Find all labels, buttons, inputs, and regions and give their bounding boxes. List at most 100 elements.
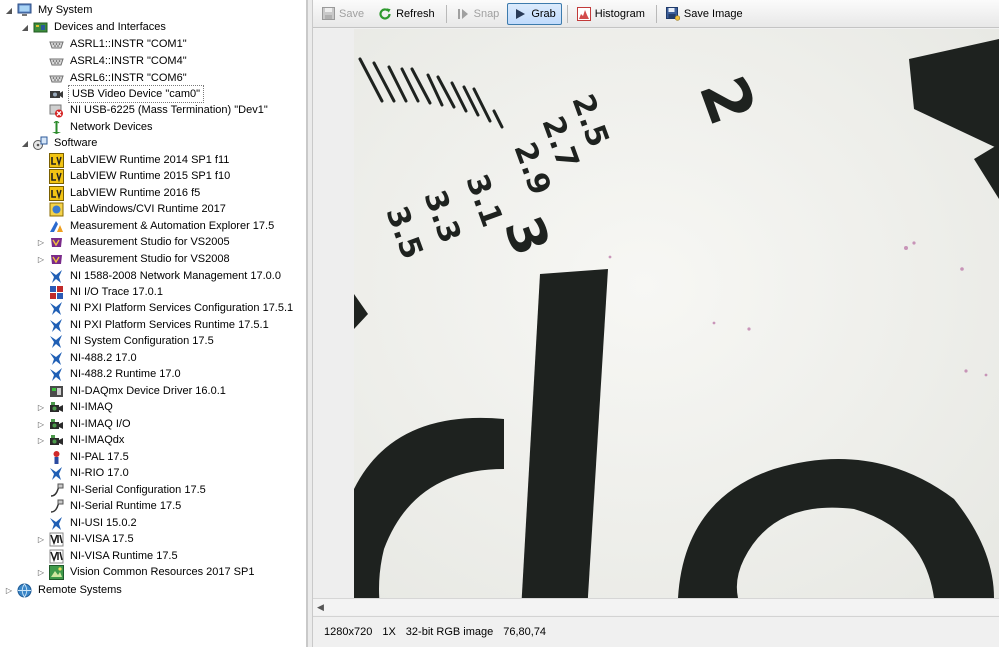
configuration-tree[interactable]: ◢ My System◢ Devices and Interfaces ASRL1::… bbox=[0, 0, 307, 647]
snap-button[interactable]: Snap bbox=[450, 3, 506, 25]
visa-icon bbox=[49, 532, 64, 547]
collapsed-arrow-icon[interactable]: ▷ bbox=[36, 531, 46, 547]
histogram-button-label: Histogram bbox=[594, 7, 645, 20]
tree-item[interactable]: NI-DAQmx Device Driver 16.0.1 bbox=[36, 383, 228, 399]
histogram-button[interactable]: Histogram bbox=[571, 3, 651, 25]
tree-item-label: NI-DAQmx Device Driver 16.0.1 bbox=[70, 385, 226, 397]
tree-item-label: My System bbox=[38, 4, 93, 16]
tree-item[interactable]: NI PXI Platform Services Configuration 1… bbox=[36, 300, 295, 316]
tree-item[interactable]: NI-Serial Configuration 17.5 bbox=[36, 482, 208, 498]
tree-item[interactable]: ASRL4::INSTR "COM4" bbox=[36, 53, 189, 69]
image-type-readout: 32-bit RGB image bbox=[405, 626, 494, 638]
tree-item[interactable]: USB Video Device "cam0" bbox=[36, 85, 205, 103]
tree-item[interactable]: ▷ Vision Common Resources 2017 SP1 bbox=[36, 564, 256, 580]
grab-button[interactable]: Grab bbox=[507, 2, 562, 25]
tree-item[interactable]: ▷ Measurement Studio for VS2008 bbox=[36, 251, 232, 267]
tree-item[interactable]: Measurement & Automation Explorer 17.5 bbox=[36, 218, 276, 234]
scroll-left-icon[interactable]: ◀ bbox=[317, 602, 324, 613]
tree-item[interactable]: ◢ My System bbox=[4, 2, 94, 18]
collapsed-arrow-icon[interactable]: ▷ bbox=[36, 251, 46, 267]
expanded-arrow-icon[interactable]: ◢ bbox=[4, 2, 14, 18]
tree-item-label: NI-USI 15.0.2 bbox=[70, 517, 137, 529]
tree-item-label: USB Video Device "cam0" bbox=[68, 85, 205, 103]
floppy-disk-icon bbox=[321, 7, 335, 21]
tree-item[interactable]: LabVIEW Runtime 2016 f5 bbox=[36, 185, 202, 201]
imaq-camera-icon bbox=[49, 417, 64, 432]
tree-item[interactable]: ▷ Remote Systems bbox=[4, 582, 124, 598]
tree-item[interactable]: NI USB-6225 (Mass Termination) "Dev1" bbox=[36, 102, 270, 118]
horizontal-scrollbar[interactable]: ◀ bbox=[313, 598, 999, 615]
live-camera-frame: 2.5 2.7 2.9 3.1 3.3 3.5 3 2 bbox=[354, 29, 999, 598]
tree-item[interactable]: ASRL1::INSTR "COM1" bbox=[36, 36, 189, 52]
tree-item[interactable]: ▷ NI-VISA 17.5 bbox=[36, 531, 136, 547]
tree-item[interactable]: LabWindows/CVI Runtime 2017 bbox=[36, 201, 228, 217]
tree-item[interactable]: NI-488.2 17.0 bbox=[36, 350, 139, 366]
tree-item-label: NI System Configuration 17.5 bbox=[70, 335, 214, 347]
tree-item[interactable]: NI PXI Platform Services Runtime 17.5.1 bbox=[36, 317, 271, 333]
tree-item[interactable]: Network Devices bbox=[36, 119, 155, 135]
tree-item[interactable]: ▷ NI-IMAQ I/O bbox=[36, 416, 133, 432]
save-button[interactable]: Save bbox=[315, 3, 370, 25]
collapsed-arrow-icon[interactable]: ▷ bbox=[36, 564, 46, 580]
collapsed-arrow-icon[interactable]: ▷ bbox=[36, 432, 46, 448]
tree-item[interactable]: NI System Configuration 17.5 bbox=[36, 333, 216, 349]
image-status-bar: 1280x720 1X 32-bit RGB image 76,80,74 bbox=[313, 616, 999, 647]
daqmx-icon bbox=[49, 384, 64, 399]
expanded-arrow-icon[interactable]: ◢ bbox=[20, 19, 30, 35]
daq-device-error-icon bbox=[49, 103, 64, 118]
toolbar-separator bbox=[655, 4, 657, 23]
tree-item[interactable]: LabVIEW Runtime 2015 SP1 f10 bbox=[36, 168, 232, 184]
tree-item-label: NI USB-6225 (Mass Termination) "Dev1" bbox=[70, 104, 268, 116]
collapsed-arrow-icon[interactable]: ▷ bbox=[4, 582, 14, 598]
tree-item-label: NI PXI Platform Services Configuration 1… bbox=[70, 302, 294, 314]
resolution-readout: 1280x720 bbox=[324, 626, 373, 638]
tree-item-label: Remote Systems bbox=[38, 584, 122, 596]
tree-item[interactable]: NI-488.2 Runtime 17.0 bbox=[36, 366, 183, 382]
tree-item[interactable]: NI-PAL 17.5 bbox=[36, 449, 131, 465]
refresh-button[interactable]: Refresh bbox=[372, 3, 441, 25]
image-viewer[interactable]: 2.5 2.7 2.9 3.1 3.3 3.5 3 2 bbox=[313, 29, 999, 600]
tree-item[interactable]: ▷ NI-IMAQdx bbox=[36, 432, 126, 448]
tree-item[interactable]: LabVIEW Runtime 2014 SP1 f11 bbox=[36, 152, 231, 168]
collapsed-arrow-icon[interactable]: ▷ bbox=[36, 416, 46, 432]
toolbar-separator bbox=[445, 4, 447, 23]
tree-item-label: Measurement Studio for VS2008 bbox=[70, 253, 230, 265]
save-button-label: Save bbox=[339, 7, 365, 20]
tree-item-label: NI PXI Platform Services Runtime 17.5.1 bbox=[70, 319, 269, 331]
camera-toolbar: Save Refresh Snap Grab Histogram Save Im… bbox=[313, 0, 999, 28]
ni-pal-icon bbox=[49, 450, 64, 465]
ni-eagle-icon bbox=[49, 334, 64, 349]
tree-item-label: LabVIEW Runtime 2014 SP1 f11 bbox=[70, 154, 230, 166]
refresh-button-label: Refresh bbox=[396, 7, 435, 20]
tree-item-label: NI-RIO 17.0 bbox=[70, 467, 129, 479]
tree-item[interactable]: ASRL6::INSTR "COM6" bbox=[36, 70, 189, 86]
tree-item[interactable]: NI I/O Trace 17.0.1 bbox=[36, 284, 165, 300]
tree-item-label: NI-VISA Runtime 17.5 bbox=[70, 550, 178, 562]
save-image-button[interactable]: Save Image bbox=[660, 3, 749, 25]
tree-item[interactable]: NI-RIO 17.0 bbox=[36, 465, 131, 481]
tree-item[interactable]: ◢ Devices and Interfaces bbox=[20, 19, 168, 35]
collapsed-arrow-icon[interactable]: ▷ bbox=[36, 234, 46, 250]
tree-item-label: Measurement Studio for VS2005 bbox=[70, 236, 230, 248]
tree-item[interactable]: ◢ Software bbox=[20, 135, 99, 151]
tree-item[interactable]: NI 1588-2008 Network Management 17.0.0 bbox=[36, 268, 283, 284]
tree-item[interactable]: ▷ NI-IMAQ bbox=[36, 399, 115, 415]
serial-port-icon bbox=[49, 54, 64, 69]
histogram-icon bbox=[576, 6, 591, 21]
tree-item[interactable]: NI-USI 15.0.2 bbox=[36, 515, 139, 531]
ni-eagle-icon bbox=[49, 269, 64, 284]
tree-item-label: LabVIEW Runtime 2016 f5 bbox=[70, 187, 201, 199]
devices-icon bbox=[33, 20, 48, 35]
expanded-arrow-icon[interactable]: ◢ bbox=[20, 135, 30, 151]
save-image-icon bbox=[665, 6, 680, 21]
tree-item[interactable]: ▷ Measurement Studio for VS2005 bbox=[36, 234, 232, 250]
ni-eagle-icon bbox=[49, 516, 64, 531]
tree-item[interactable]: NI-VISA Runtime 17.5 bbox=[36, 548, 180, 564]
tree-item-label: LabVIEW Runtime 2015 SP1 f10 bbox=[70, 170, 231, 182]
collapsed-arrow-icon[interactable]: ▷ bbox=[36, 399, 46, 415]
imaq-camera-icon bbox=[49, 400, 64, 415]
labwindows-icon bbox=[49, 202, 64, 217]
camera-panel: Save Refresh Snap Grab Histogram Save Im… bbox=[313, 0, 999, 647]
tree-item[interactable]: NI-Serial Runtime 17.5 bbox=[36, 498, 183, 514]
remote-systems-icon bbox=[17, 583, 32, 598]
